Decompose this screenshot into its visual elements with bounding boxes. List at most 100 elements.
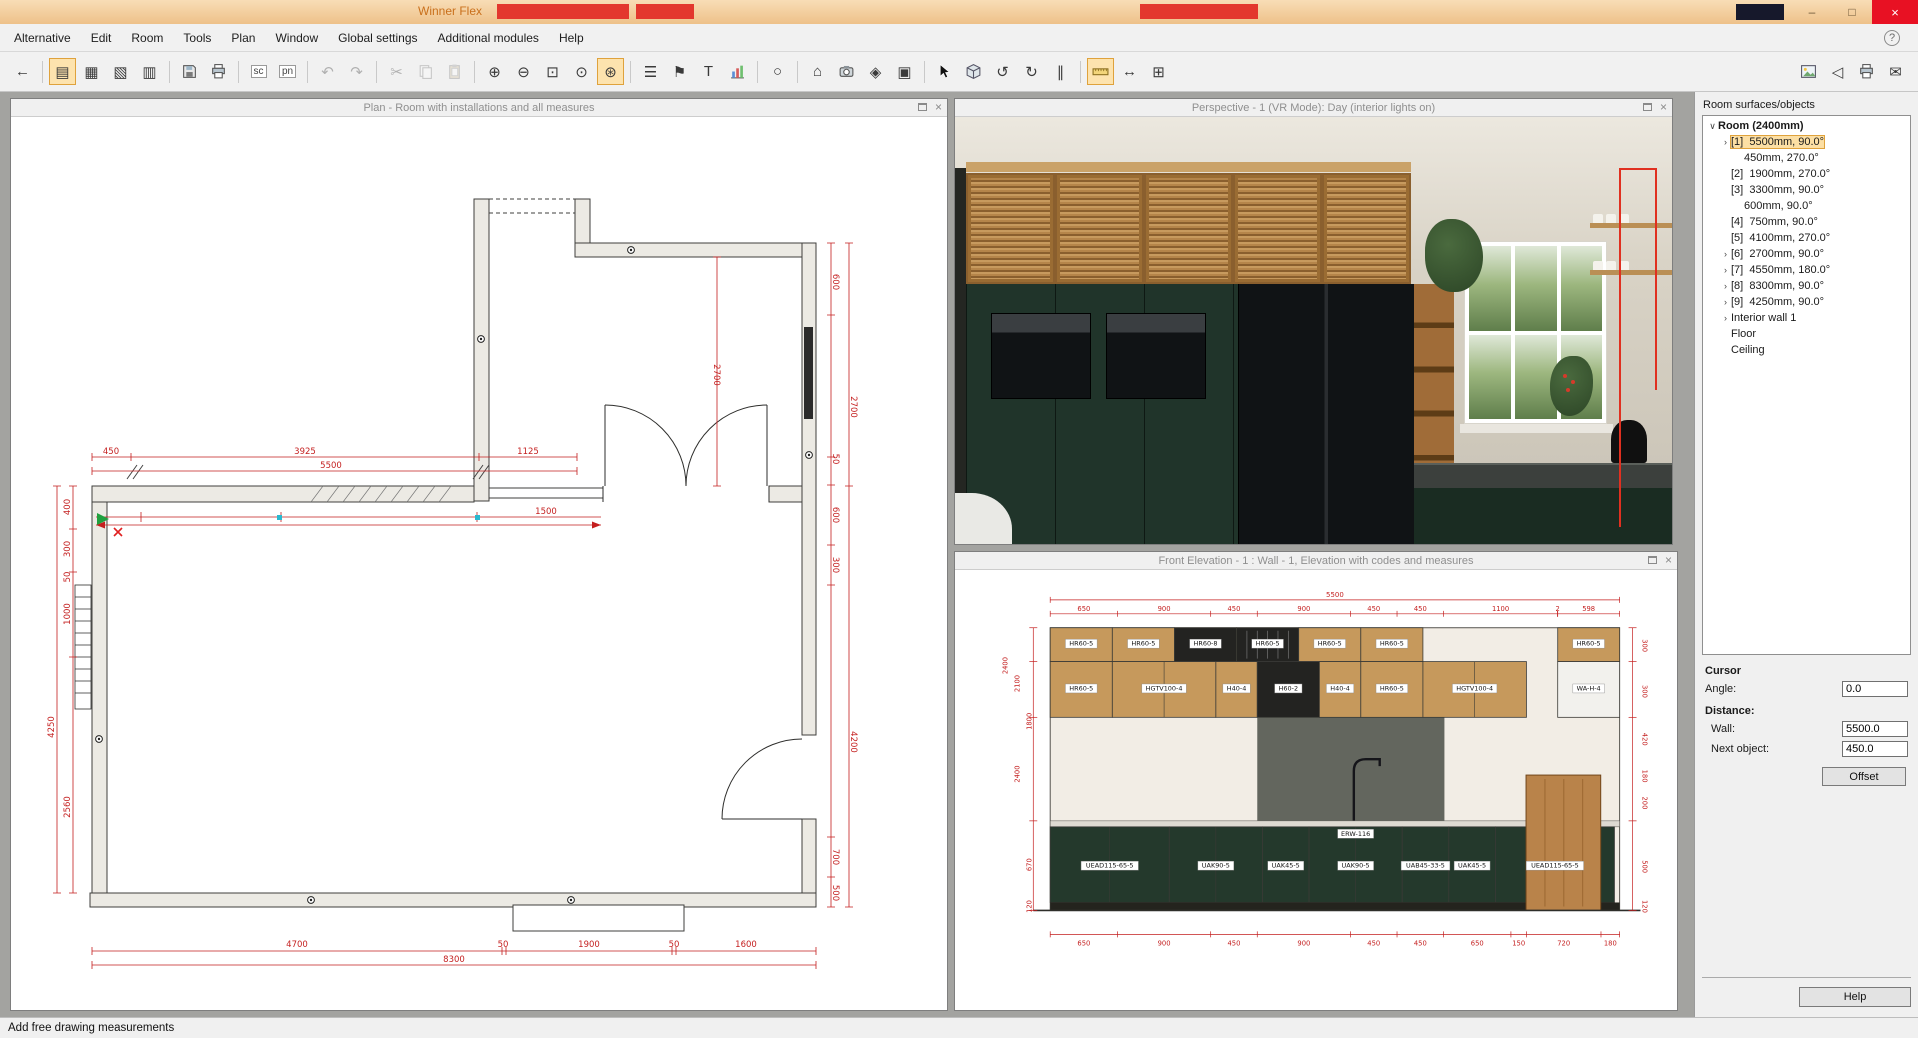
object-3d-button[interactable] — [960, 58, 987, 85]
restore-icon[interactable] — [1643, 103, 1652, 111]
chevron-right-icon[interactable]: › — [1720, 265, 1731, 275]
help-circle-icon[interactable]: ? — [1884, 30, 1900, 46]
zoom-previous-button[interactable]: ⊙ — [568, 58, 595, 85]
plan-drawing[interactable]: 4503925112555001500270047005019005016008… — [11, 117, 947, 1010]
chevron-right-icon[interactable]: › — [1720, 249, 1731, 259]
tree-item-7[interactable]: [5] 4100mm, 270.0° — [1703, 230, 1910, 246]
rotate-left-button[interactable]: ↺ — [989, 58, 1016, 85]
chevron-right-icon[interactable]: › — [1720, 281, 1731, 291]
tree-item-1[interactable]: ›[1] 5500mm, 90.0° — [1703, 134, 1910, 150]
tree-item-3[interactable]: [2] 1900mm, 270.0° — [1703, 166, 1910, 182]
plan-dim-label: 1500 — [535, 507, 557, 517]
elevation-canvas[interactable]: HR60-5HR60-5HR60-8HR60-5HR60-5HR60-5HR60… — [955, 570, 1677, 1010]
arc-button[interactable]: ○ — [764, 58, 791, 85]
panorama-button[interactable]: ▣ — [891, 58, 918, 85]
plan-canvas[interactable]: 4503925112555001500270047005019005016008… — [11, 117, 947, 1010]
tree-item-0[interactable]: ∨Room (2400mm) — [1703, 118, 1910, 134]
wall-distance-field[interactable] — [1842, 721, 1908, 737]
tree-item-2[interactable]: 450mm, 270.0° — [1703, 150, 1910, 166]
tree-item-10[interactable]: ›[8] 8300mm, 90.0° — [1703, 278, 1910, 294]
wall-window — [804, 327, 813, 419]
svg-text:450: 450 — [1367, 605, 1380, 613]
svg-text:670: 670 — [1025, 858, 1033, 871]
tree-item-13[interactable]: Floor — [1703, 326, 1910, 342]
snap-marker — [475, 515, 480, 520]
tree-item-9[interactable]: ›[7] 4550mm, 180.0° — [1703, 262, 1910, 278]
print-button[interactable] — [205, 58, 232, 85]
back-button[interactable]: ← — [9, 58, 36, 85]
send-button[interactable]: ✉ — [1882, 58, 1909, 85]
menu-window[interactable]: Window — [265, 25, 328, 51]
offset-button[interactable]: Offset — [1822, 767, 1906, 786]
menu-plan[interactable]: Plan — [221, 25, 265, 51]
plan-dim-label: 4250 — [47, 716, 57, 738]
plan-view-button[interactable]: ▤ — [49, 58, 76, 85]
menu-tools[interactable]: Tools — [173, 25, 221, 51]
camera-position-button[interactable] — [833, 58, 860, 85]
next-object-field[interactable] — [1842, 741, 1908, 757]
close-icon[interactable]: × — [1665, 555, 1672, 565]
export-back-button[interactable]: ◁ — [1824, 58, 1851, 85]
elevation-panel-title: Front Elevation - 1 : Wall - 1, Elevatio… — [1158, 555, 1473, 567]
list-view-button[interactable]: ▥ — [136, 58, 163, 85]
align-parallel-button[interactable]: ∥ — [1047, 58, 1074, 85]
rotate-right-button[interactable]: ↻ — [1018, 58, 1045, 85]
minimize-button[interactable]: – — [1792, 0, 1832, 24]
tree-item-5[interactable]: 600mm, 90.0° — [1703, 198, 1910, 214]
elevation-drawing[interactable]: HR60-5HR60-5HR60-8HR60-5HR60-5HR60-5HR60… — [955, 570, 1677, 1010]
note-button[interactable]: ☰ — [637, 58, 664, 85]
maximize-button[interactable]: □ — [1832, 0, 1872, 24]
kettle — [1611, 420, 1647, 463]
close-button[interactable]: × — [1872, 0, 1918, 24]
tree-item-label: 450mm, 270.0° — [1744, 152, 1819, 164]
svg-text:650: 650 — [1077, 939, 1090, 947]
menu-alternative[interactable]: Alternative — [4, 25, 81, 51]
restore-icon[interactable] — [1648, 556, 1657, 564]
tree-item-6[interactable]: [4] 750mm, 90.0° — [1703, 214, 1910, 230]
save-button[interactable] — [176, 58, 203, 85]
tree-item-12[interactable]: ›Interior wall 1 — [1703, 310, 1910, 326]
plan-dim-label: 1125 — [517, 447, 539, 457]
close-icon[interactable]: × — [935, 102, 942, 112]
zoom-all-button[interactable]: ⊛ — [597, 58, 624, 85]
angle-field[interactable] — [1842, 681, 1908, 697]
zoom-out-button[interactable]: ⊖ — [510, 58, 537, 85]
tree-item-14[interactable]: Ceiling — [1703, 342, 1910, 358]
zoom-window-button[interactable]: ⊡ — [539, 58, 566, 85]
walls-button[interactable]: ⌂ — [804, 58, 831, 85]
scene-3d-button[interactable]: ◈ — [862, 58, 889, 85]
perspective-3d-view[interactable] — [955, 117, 1672, 544]
measure-button[interactable] — [1087, 58, 1114, 85]
render-photo-button[interactable] — [1795, 58, 1822, 85]
chevron-right-icon[interactable]: › — [1720, 297, 1731, 307]
tree-item-4[interactable]: [3] 3300mm, 90.0° — [1703, 182, 1910, 198]
chevron-down-icon[interactable]: ∨ — [1707, 121, 1718, 132]
print-view-button[interactable] — [1853, 58, 1880, 85]
zoom-in-button[interactable]: ⊕ — [481, 58, 508, 85]
menu-additional-modules[interactable]: Additional modules — [428, 25, 549, 51]
tree-item-label: Room (2400mm) — [1718, 120, 1804, 132]
help-button[interactable]: Help — [1799, 987, 1911, 1007]
select-button[interactable] — [931, 58, 958, 85]
menu-edit[interactable]: Edit — [81, 25, 122, 51]
elevation-view-button[interactable]: ▦ — [78, 58, 105, 85]
menu-room[interactable]: Room — [121, 25, 173, 51]
pn-button[interactable]: pn — [274, 58, 301, 85]
tree-item-8[interactable]: ›[6] 2700mm, 90.0° — [1703, 246, 1910, 262]
dimension-button[interactable]: ↔ — [1116, 58, 1143, 85]
close-icon[interactable]: × — [1660, 102, 1667, 112]
tree-item-11[interactable]: ›[9] 4250mm, 90.0° — [1703, 294, 1910, 310]
restore-icon[interactable] — [918, 103, 927, 111]
sc-button[interactable]: sc — [245, 58, 272, 85]
menu-global-settings[interactable]: Global settings — [328, 25, 427, 51]
menu-help[interactable]: Help — [549, 25, 594, 51]
flag-button[interactable]: ⚑ — [666, 58, 693, 85]
statistics-button[interactable] — [724, 58, 751, 85]
chevron-right-icon[interactable]: › — [1720, 137, 1731, 147]
grid-add-button[interactable]: ⊞ — [1145, 58, 1172, 85]
toolbar-separator — [630, 61, 631, 83]
chevron-right-icon[interactable]: › — [1720, 313, 1731, 323]
list-view-icon: ▥ — [142, 63, 156, 81]
perspective-view-button[interactable]: ▧ — [107, 58, 134, 85]
text-button[interactable]: T — [695, 58, 722, 85]
